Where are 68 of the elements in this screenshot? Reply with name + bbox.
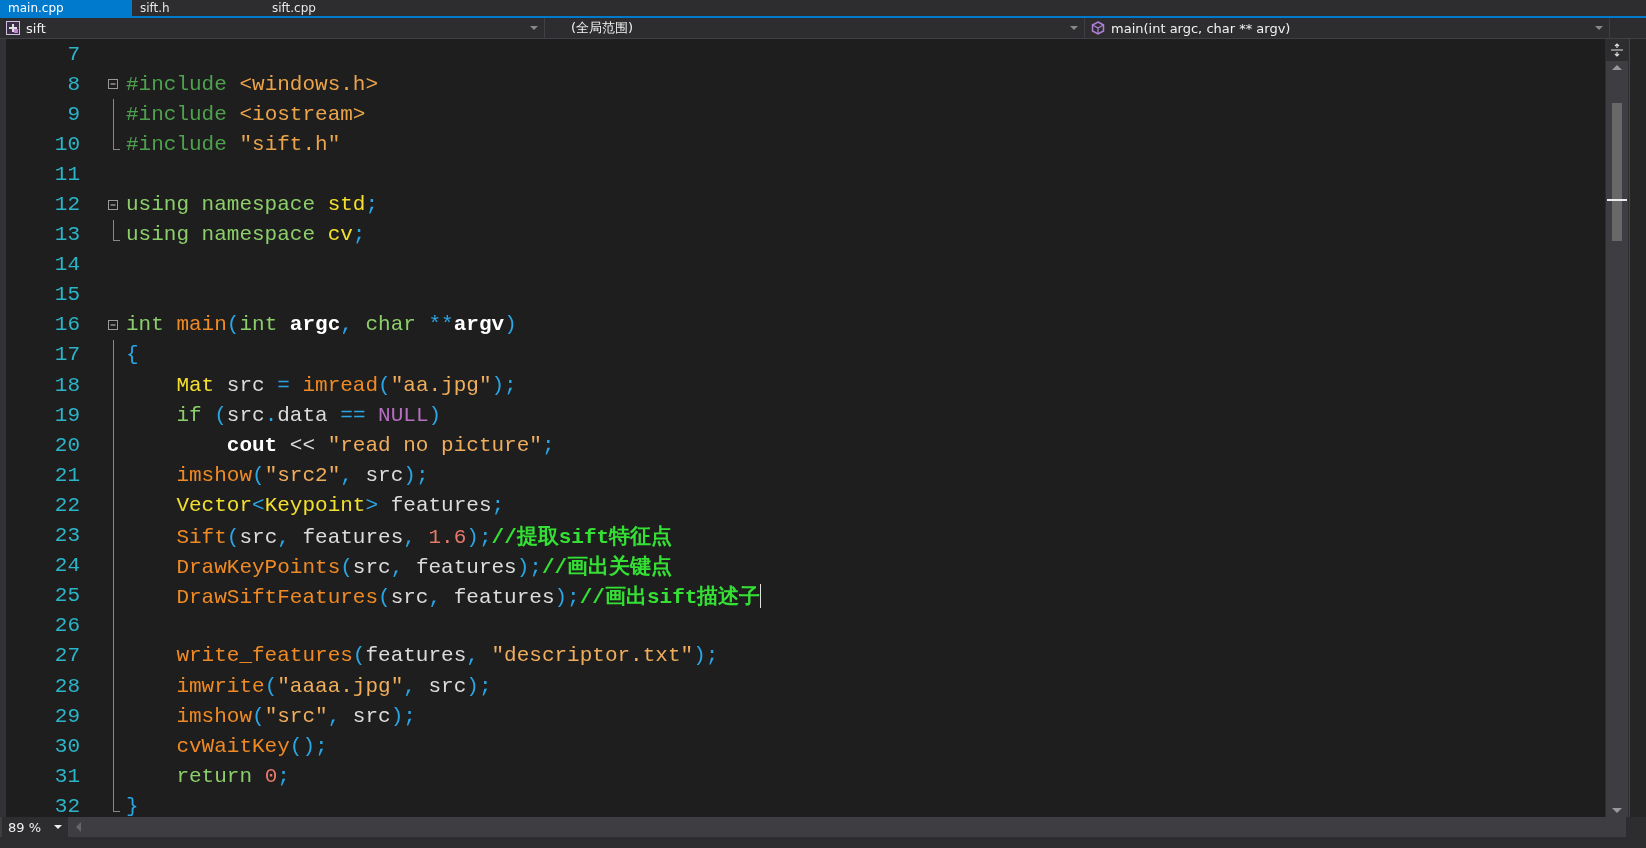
- caret-icon: [530, 26, 538, 30]
- caret-icon: [1070, 26, 1078, 30]
- code-line: {: [126, 343, 139, 367]
- line-number: 31: [53, 764, 80, 788]
- caret-position-marker: [1607, 199, 1627, 201]
- code-line: DrawSiftFeatures(src, features);//画出sift描述子: [175, 584, 761, 610]
- line-number: 13: [53, 223, 80, 247]
- code-line: #include <iostream>: [126, 102, 366, 126]
- code-line: Sift(src, features, 1.6);//提取sift特征点: [175, 524, 673, 550]
- line-number: 20: [53, 433, 80, 457]
- code-line: write_features(features, "descriptor.txt");: [175, 644, 719, 668]
- scrollbar-thumb[interactable]: [1612, 103, 1622, 241]
- line-number: 10: [53, 132, 80, 156]
- line-number: 32: [53, 794, 80, 817]
- code-line: }: [126, 794, 139, 817]
- code-line: using namespace cv;: [126, 223, 366, 247]
- code-line: using namespace std;: [126, 193, 379, 216]
- line-number: 23: [53, 524, 80, 548]
- code-line: int main(int argc, char **argv): [126, 313, 517, 337]
- document-tab[interactable]: main.cpp: [0, 0, 132, 16]
- zoom-dropdown[interactable]: 89 %: [2, 817, 68, 837]
- code-line: Vector<Keypoint> features;: [175, 493, 505, 517]
- code-line: #include "sift.h": [126, 132, 341, 156]
- line-number: 21: [53, 463, 80, 487]
- line-number: 26: [53, 614, 80, 638]
- line-number: 7: [66, 42, 80, 66]
- code-line: cout << "read no picture";: [225, 433, 555, 457]
- code-line: imshow("src", src);: [175, 704, 416, 728]
- project-dropdown[interactable]: sift: [0, 18, 545, 38]
- project-icon: [6, 21, 20, 35]
- code-line: Mat src = imread("aa.jpg");: [175, 373, 517, 397]
- line-number: 29: [53, 704, 80, 728]
- document-tab[interactable]: sift.cpp: [264, 0, 396, 16]
- code-line: DrawKeyPoints(src, features);//画出关键点: [175, 554, 673, 580]
- line-number: 27: [53, 644, 80, 668]
- line-number: 12: [53, 193, 80, 216]
- document-tab[interactable]: sift.h: [132, 0, 264, 16]
- line-number: 14: [53, 253, 80, 277]
- collapse-icon[interactable]: [108, 199, 118, 210]
- split-icon[interactable]: [1610, 43, 1624, 57]
- line-number: 17: [53, 343, 80, 367]
- line-number: 15: [53, 283, 80, 307]
- line-number: 18: [53, 373, 80, 397]
- code-line: return 0;: [175, 764, 290, 788]
- collapse-icon[interactable]: [108, 319, 118, 330]
- code-line: #include <windows.h>: [126, 72, 379, 96]
- code-line: if (src.data == NULL): [175, 403, 442, 427]
- line-number: 30: [53, 734, 80, 758]
- cube-icon: [1091, 21, 1105, 35]
- line-number: 8: [66, 72, 80, 96]
- code-line: imshow("src2", src);: [175, 463, 429, 487]
- caret-icon: [1595, 26, 1603, 30]
- collapse-icon[interactable]: [108, 79, 118, 90]
- code-line: cvWaitKey();: [175, 734, 328, 758]
- line-number: 22: [53, 493, 80, 517]
- line-number: 25: [53, 584, 80, 608]
- code-line: imwrite("aaaa.jpg", src);: [175, 674, 492, 698]
- caret-icon: [54, 825, 62, 829]
- scroll-down-icon[interactable]: [1612, 808, 1622, 813]
- scope-dropdown[interactable]: (全局范围): [545, 18, 1085, 38]
- line-number: 19: [53, 403, 80, 427]
- scroll-up-icon[interactable]: [1612, 65, 1622, 70]
- line-number: 9: [66, 102, 80, 126]
- line-number: 28: [53, 674, 80, 698]
- line-number: 16: [53, 313, 80, 337]
- line-number: 24: [53, 554, 80, 578]
- line-number: 11: [53, 162, 80, 186]
- member-dropdown[interactable]: main(int argc, char ** argv): [1085, 18, 1610, 38]
